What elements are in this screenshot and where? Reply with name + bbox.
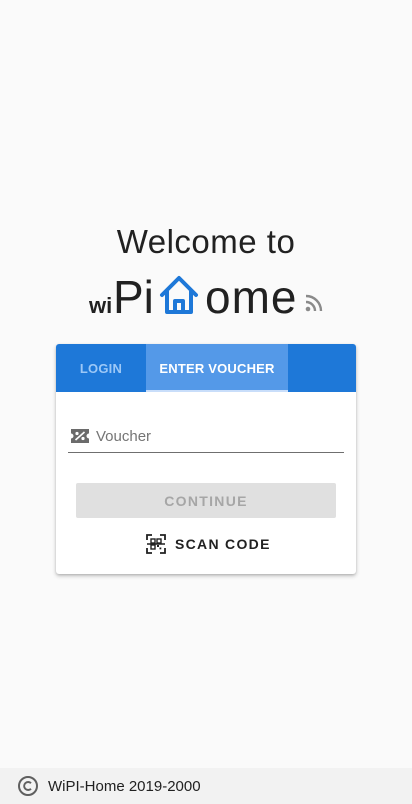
ticket-percent-icon (71, 429, 89, 443)
footer: WiPI-Home 2019-2000 (0, 768, 412, 804)
footer-copyright-text: WiPI-Home 2019-2000 (48, 777, 201, 795)
logo-wi-text: wi (89, 293, 113, 318)
house-icon (160, 276, 198, 314)
copyright-icon (18, 776, 38, 796)
welcome-heading: Welcome to (116, 223, 296, 260)
scan-code-label: SCAN CODE (175, 536, 271, 552)
logo-pi-text: Pi (113, 271, 154, 323)
tab-bar: LOGIN ENTER VOUCHER (56, 344, 356, 392)
rss-icon (305, 294, 323, 312)
app-logo: wi Pi ome (0, 270, 412, 326)
voucher-card: LOGIN ENTER VOUCHER CONTINUE SCAN CODE (56, 344, 356, 574)
tab-active-indicator (146, 390, 288, 392)
voucher-field (68, 420, 344, 453)
qr-scan-icon (146, 534, 166, 554)
continue-button[interactable]: CONTINUE (76, 483, 336, 518)
voucher-input[interactable] (96, 426, 336, 446)
tab-enter-voucher[interactable]: ENTER VOUCHER (146, 344, 288, 392)
scan-code-button[interactable]: SCAN CODE (140, 530, 272, 558)
logo-ome-text: ome (205, 271, 298, 323)
tab-login[interactable]: LOGIN (56, 344, 146, 392)
